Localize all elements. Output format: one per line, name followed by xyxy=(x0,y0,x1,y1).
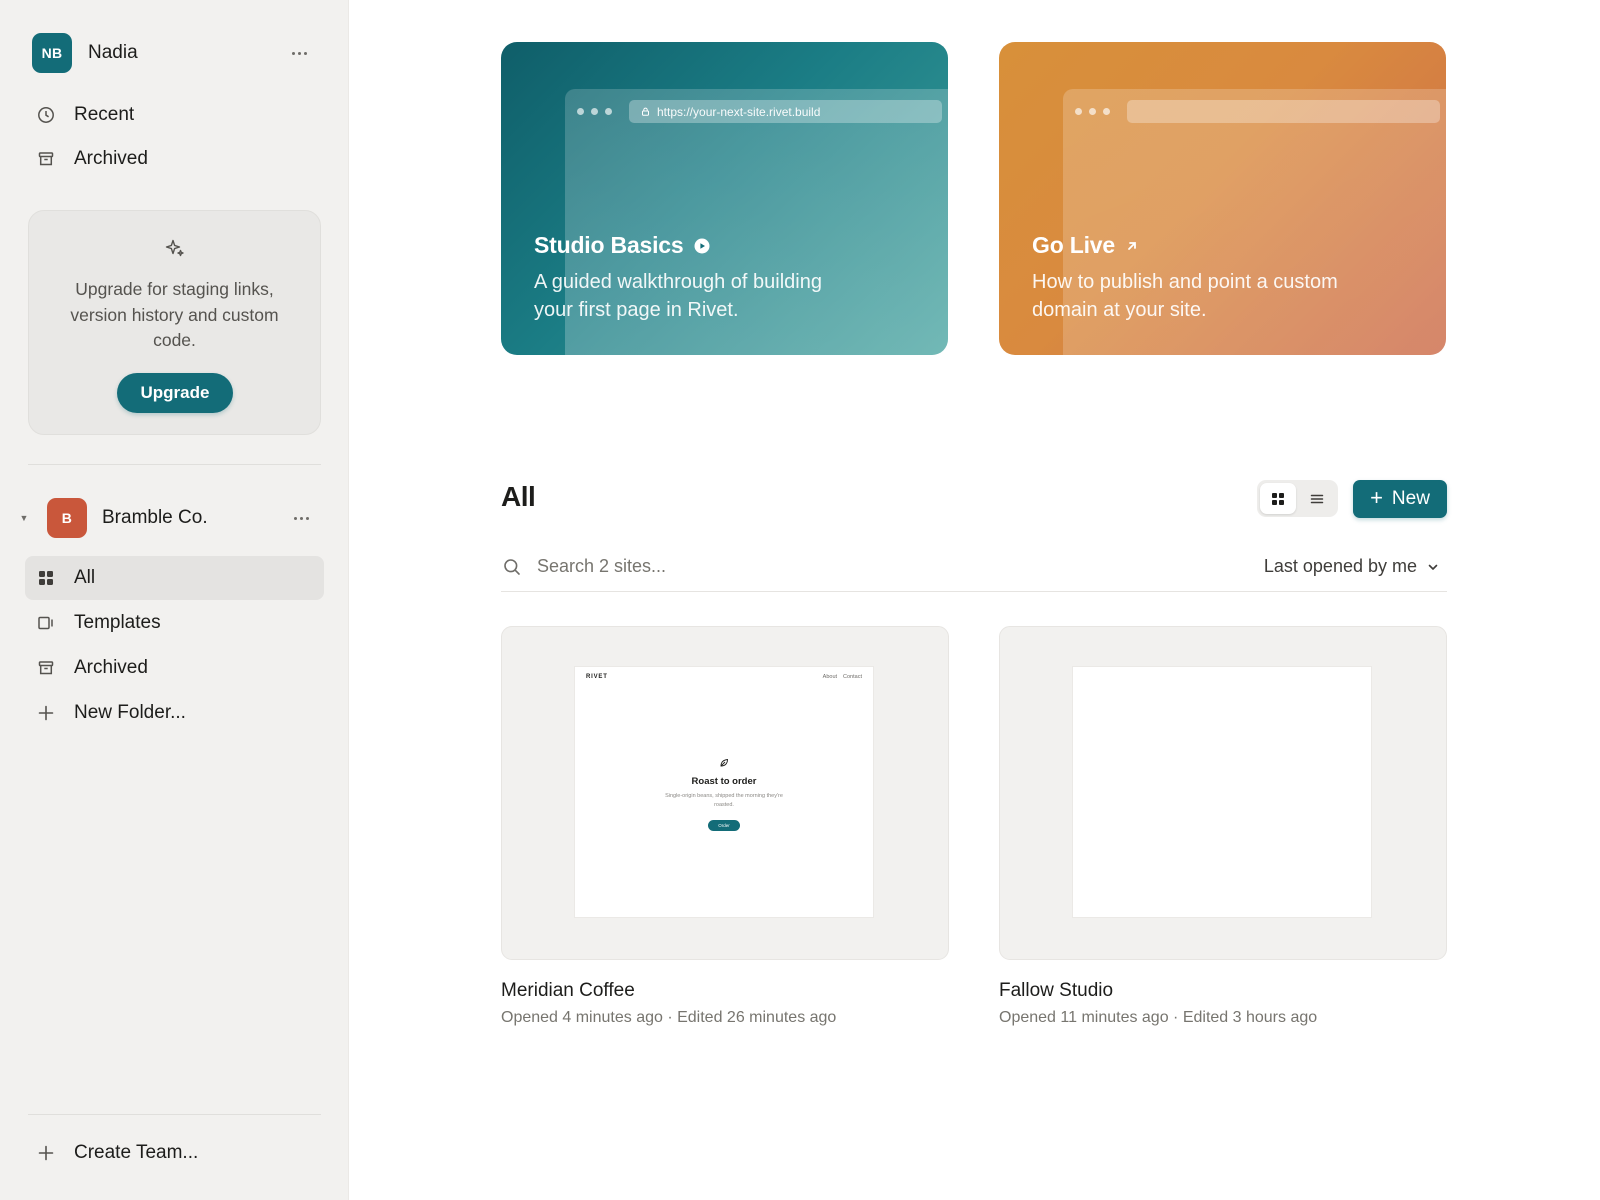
upgrade-button[interactable]: Upgrade xyxy=(117,373,233,413)
search-icon xyxy=(501,556,523,578)
grid-icon xyxy=(36,568,56,588)
archive-icon xyxy=(36,658,56,678)
url-bar xyxy=(1127,100,1440,123)
nav-templates-label: Templates xyxy=(74,612,161,633)
arrow-up-right-icon xyxy=(1125,239,1139,253)
lock-icon xyxy=(642,107,649,116)
user-row[interactable]: NB Nadia xyxy=(32,33,312,73)
nav-all[interactable]: All xyxy=(25,556,324,600)
view-toggle xyxy=(1257,480,1338,517)
grid-icon xyxy=(1272,492,1284,505)
chevron-down-icon xyxy=(1428,564,1438,570)
create-team-label: Create Team... xyxy=(74,1142,199,1163)
nav-archived-team[interactable]: Archived xyxy=(25,646,324,690)
nav-templates[interactable]: Templates xyxy=(25,601,324,645)
nav-recent[interactable]: Recent xyxy=(25,93,324,137)
nav-archived-personal[interactable]: Archived xyxy=(25,137,324,181)
leaf-icon xyxy=(720,758,728,767)
search-input[interactable] xyxy=(537,551,1037,582)
hero-description: A guided walkthrough of building your fi… xyxy=(534,271,822,321)
hero-title: Studio Basics xyxy=(534,232,710,259)
page-title: All xyxy=(501,481,536,512)
hero-card-studio-basics[interactable]: https://your-next-site.rivet.build Studi… xyxy=(501,42,948,355)
grid-view-button[interactable] xyxy=(1260,483,1296,514)
sort-dropdown[interactable]: Last opened by me xyxy=(1264,556,1447,577)
nav-new-folder-label: New Folder... xyxy=(74,702,186,723)
sort-label: Last opened by me xyxy=(1263,556,1417,576)
preview-nav: About Contact xyxy=(823,674,862,680)
window-dots xyxy=(577,108,612,115)
main-content: https://your-next-site.rivet.build Studi… xyxy=(349,0,1600,1200)
list-view-button[interactable] xyxy=(1299,483,1335,514)
window-dots xyxy=(1075,108,1110,115)
archive-icon xyxy=(36,149,56,169)
play-circle-icon xyxy=(694,238,710,254)
hero-title-text: Studio Basics xyxy=(534,232,684,258)
site-card-fallow-studio[interactable] xyxy=(999,626,1447,960)
preview-button: Order xyxy=(708,820,740,831)
preview-logo: RIVET xyxy=(586,674,608,680)
url-bar: https://your-next-site.rivet.build xyxy=(629,100,942,123)
sidebar-divider xyxy=(28,464,321,465)
user-more-icon[interactable] xyxy=(286,43,312,63)
preview-subtext: Single-origin beans, shipped the morning… xyxy=(665,793,783,808)
nav-archived-label: Archived xyxy=(74,148,148,169)
sparkle-icon xyxy=(165,239,184,257)
collapse-caret-icon[interactable]: ▼ xyxy=(14,513,34,523)
preview-nav-item: About xyxy=(822,674,838,680)
site-name[interactable]: Meridian Coffee xyxy=(501,980,635,1002)
site-preview xyxy=(1073,667,1371,917)
team-row[interactable]: ▼ B Bramble Co. xyxy=(14,498,314,538)
nav-archived-team-label: Archived xyxy=(74,657,148,678)
hero-title: Go Live xyxy=(1032,232,1139,259)
clock-icon xyxy=(36,105,56,125)
url-text: https://your-next-site.rivet.build xyxy=(657,104,821,119)
site-preview: RIVET About Contact Roast to order Singl… xyxy=(575,667,873,917)
hero-description: How to publish and point a custom domain… xyxy=(1032,271,1338,321)
list-icon xyxy=(1310,494,1324,503)
nav-new-folder[interactable]: New Folder... xyxy=(25,691,324,735)
user-avatar: NB xyxy=(32,33,72,73)
plus-icon: + xyxy=(1370,485,1383,510)
hero-title-text: Go Live xyxy=(1032,232,1115,258)
site-meta: Opened 4 minutes ago · Edited 26 minutes… xyxy=(501,1009,837,1026)
hero-card-go-live[interactable]: Go Live How to publish and point a custo… xyxy=(999,42,1446,355)
team-name: Bramble Co. xyxy=(102,507,208,528)
team-avatar: B xyxy=(47,498,87,538)
plus-icon xyxy=(36,1143,56,1163)
upgrade-card: Upgrade for staging links, version histo… xyxy=(28,210,321,435)
templates-icon xyxy=(36,613,56,633)
search-bar: Last opened by me xyxy=(501,542,1447,592)
new-button-label: New xyxy=(1391,488,1430,509)
nav-recent-label: Recent xyxy=(74,104,135,125)
plus-icon xyxy=(36,703,56,723)
new-site-button[interactable]: + New xyxy=(1353,480,1447,518)
create-team-button[interactable]: Create Team... xyxy=(25,1131,324,1175)
nav-all-label: All xyxy=(74,567,96,588)
site-meta: Opened 11 minutes ago · Edited 3 hours a… xyxy=(999,1009,1318,1026)
preview-nav-item: Contact xyxy=(843,674,862,680)
team-more-icon[interactable] xyxy=(288,508,314,528)
preview-heading: Roast to order xyxy=(691,776,757,787)
user-name: Nadia xyxy=(88,42,138,63)
upgrade-text: Upgrade for staging links, version histo… xyxy=(70,279,279,350)
sidebar: NB Nadia Recent Archived Upgrade for sta… xyxy=(0,0,349,1200)
site-card-meridian-coffee[interactable]: RIVET About Contact Roast to order Singl… xyxy=(501,626,949,960)
site-name[interactable]: Fallow Studio xyxy=(999,980,1113,1002)
sidebar-footer-divider xyxy=(28,1114,321,1115)
